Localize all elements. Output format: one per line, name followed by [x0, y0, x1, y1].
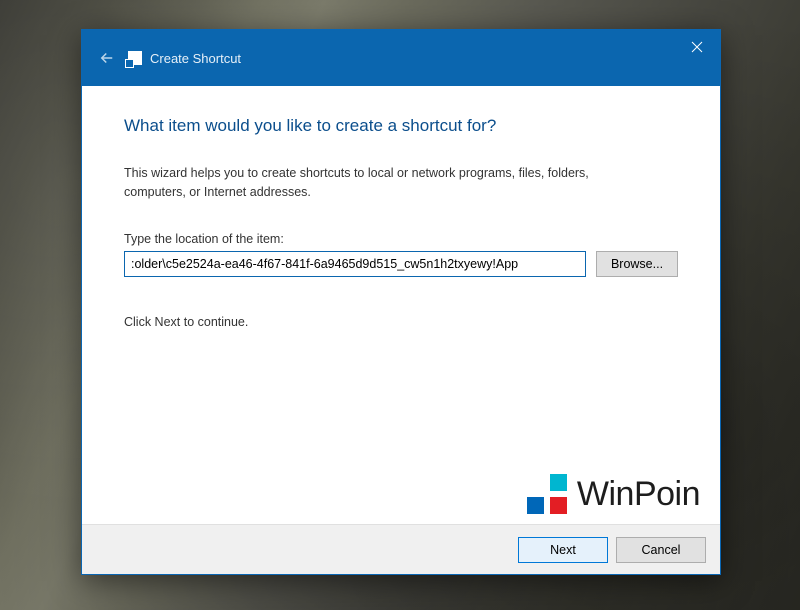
back-arrow-icon[interactable]	[92, 43, 122, 73]
dialog-content: What item would you like to create a sho…	[82, 86, 720, 524]
titlebar: Create Shortcut	[82, 30, 720, 86]
create-shortcut-dialog: Create Shortcut What item would you like…	[81, 29, 721, 575]
watermark-text: WinPoin	[577, 475, 700, 514]
continue-instruction: Click Next to continue.	[124, 315, 678, 329]
watermark: WinPoin	[527, 474, 700, 514]
close-button[interactable]	[674, 30, 720, 64]
next-button[interactable]: Next	[518, 537, 608, 563]
window-title: Create Shortcut	[150, 51, 241, 66]
page-heading: What item would you like to create a sho…	[124, 116, 678, 136]
cancel-button[interactable]: Cancel	[616, 537, 706, 563]
winpoin-logo-icon	[527, 474, 567, 514]
shortcut-icon	[128, 51, 142, 65]
dialog-footer: Next Cancel	[82, 524, 720, 574]
browse-button[interactable]: Browse...	[596, 251, 678, 277]
wizard-description: This wizard helps you to create shortcut…	[124, 164, 624, 202]
location-label: Type the location of the item:	[124, 232, 678, 246]
location-field-row: Browse...	[124, 251, 678, 277]
location-input[interactable]	[124, 251, 586, 277]
